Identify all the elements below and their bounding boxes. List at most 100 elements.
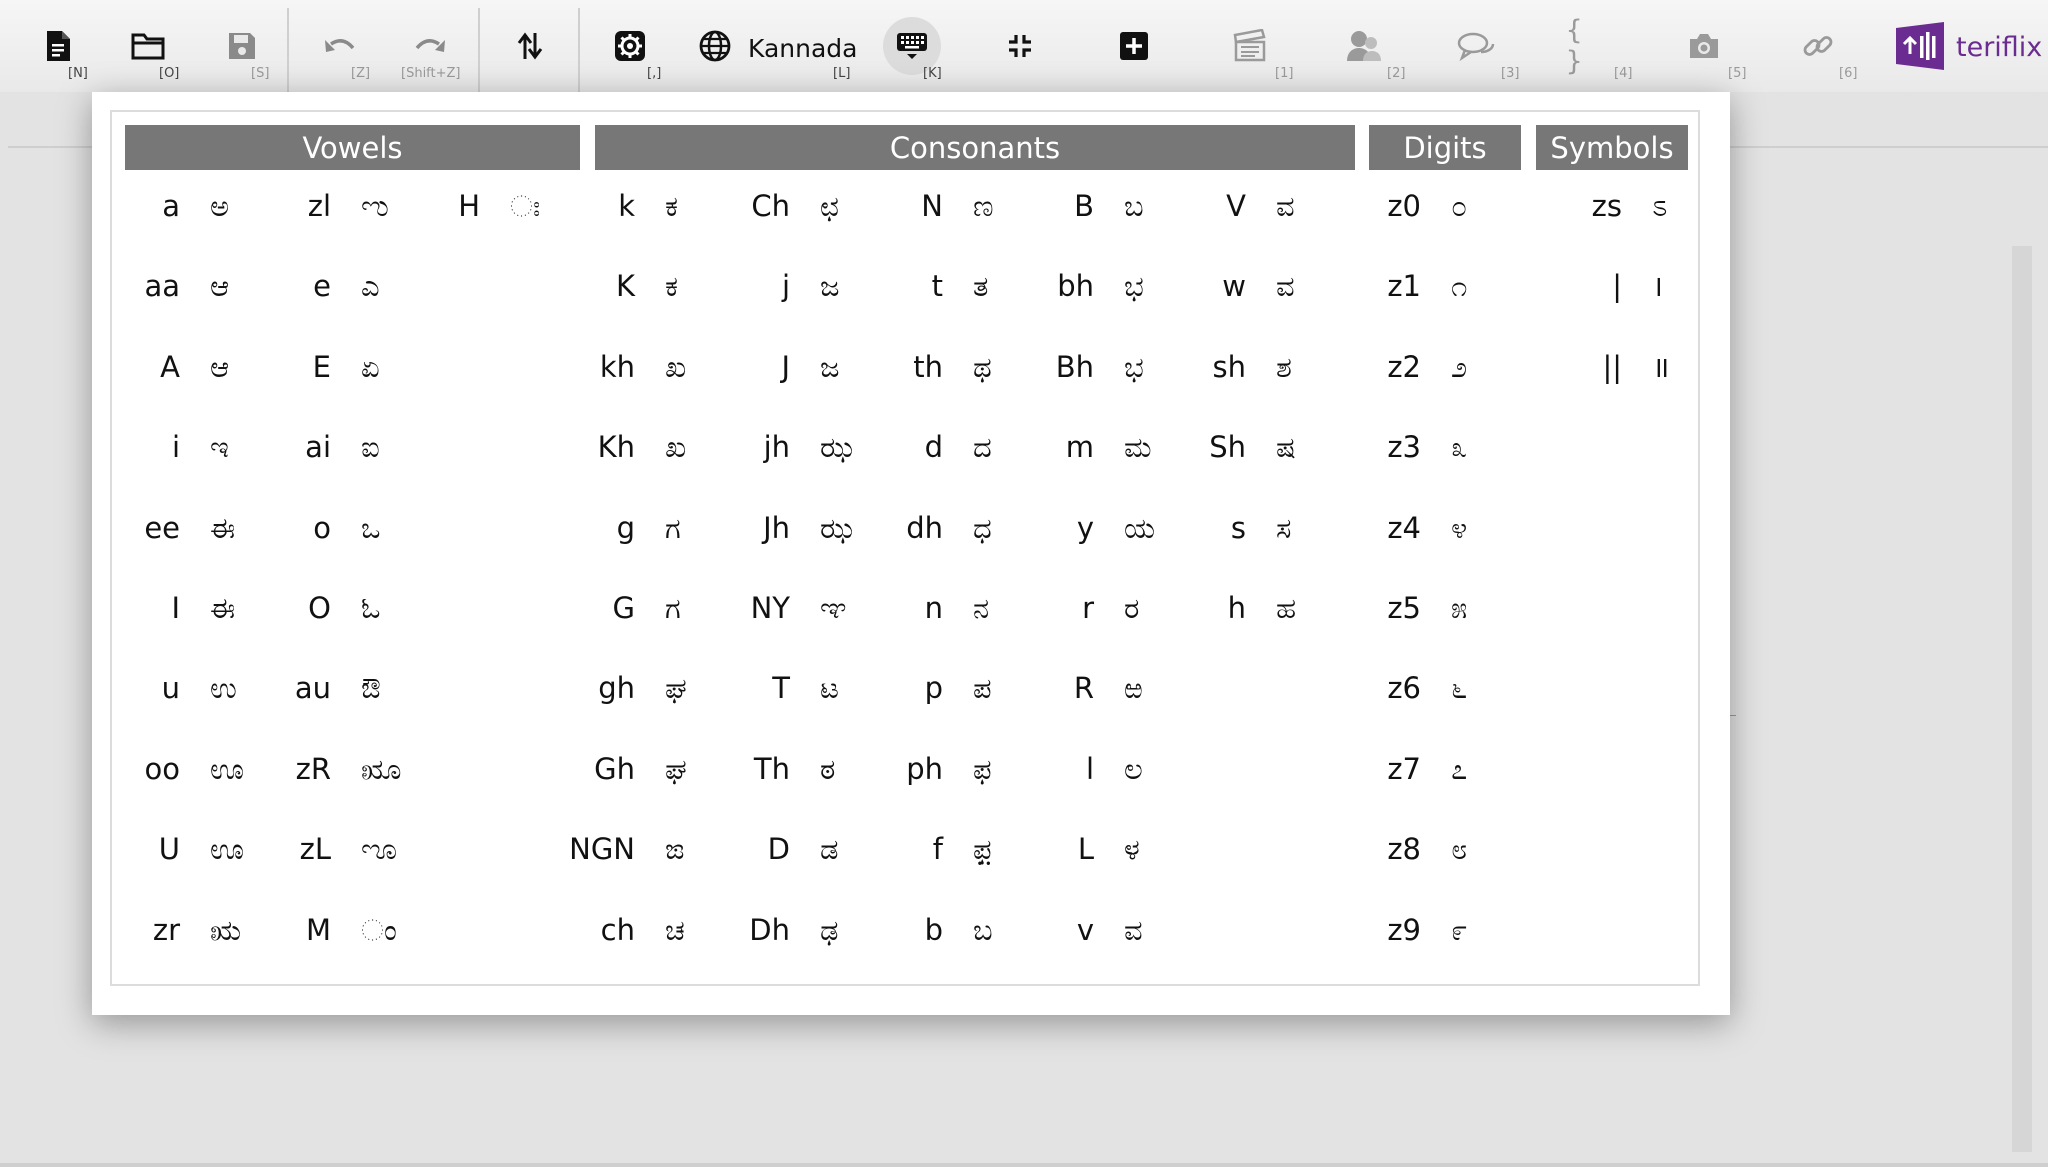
consonants-key-latin: y <box>1076 510 1094 545</box>
document-scrollbar[interactable] <box>2012 246 2032 1152</box>
digits-key-kannada: ೯ <box>1451 912 1468 947</box>
vowels-key-latin: U <box>158 832 180 867</box>
digits-key-kannada: ೩ <box>1451 430 1468 465</box>
digits-key-kannada: ೭ <box>1451 751 1468 786</box>
vowels-key-latin: H <box>458 189 480 223</box>
vowels-key-kannada: ಎ <box>361 269 380 304</box>
digits-key-latin: z7 <box>1387 751 1421 786</box>
consonants-key-latin: NGN <box>569 832 635 867</box>
consonants-key-latin: h <box>1227 591 1246 625</box>
consonants-key-latin: V <box>1226 189 1246 223</box>
consonants-key-latin: k <box>618 189 635 223</box>
consonants-key-latin: j <box>781 269 790 304</box>
digits-key-latin: z5 <box>1387 591 1421 625</box>
vowels-key-kannada: ಓ <box>361 591 381 625</box>
globe-icon <box>699 30 731 62</box>
consonants-key-latin: T <box>772 671 790 706</box>
consonants-key-latin: Jh <box>763 510 790 545</box>
consonants-key-latin: g <box>616 510 635 545</box>
consonants-key-latin: jh <box>763 430 790 465</box>
undo-shortcut: [Z] <box>351 66 371 81</box>
consonants-key-latin: Sh <box>1209 430 1246 465</box>
add-button[interactable] <box>1114 0 1154 92</box>
consonants-key-latin: L <box>1077 832 1094 867</box>
undo-icon <box>325 39 355 52</box>
language-label[interactable]: Kannada <box>748 34 857 63</box>
symbols-key-latin: | <box>1612 269 1622 304</box>
vowels-key-latin: O <box>308 591 331 625</box>
consonants-key-latin: b <box>924 912 943 947</box>
toolbar-divider <box>578 8 580 92</box>
consonants-key-kannada: ಲ <box>1124 751 1143 786</box>
consonants-key-latin: B <box>1074 189 1094 223</box>
consonants-key-latin: Kh <box>597 430 635 465</box>
link-button[interactable] <box>1796 0 1840 92</box>
sort-button[interactable] <box>510 0 550 92</box>
consonants-key-kannada: ವ <box>1276 189 1295 223</box>
consonants-key-latin: D <box>767 832 790 867</box>
braces-icon: { } <box>1566 15 1583 77</box>
save-shortcut: [S] <box>251 66 270 81</box>
redo-shortcut: [Shift+Z] <box>401 66 461 81</box>
consonants-key-latin: N <box>921 189 943 223</box>
gear-icon <box>615 31 645 61</box>
consonants-key-latin: Ch <box>751 189 790 223</box>
dialogue-button[interactable] <box>1454 0 1498 92</box>
digits-key-latin: z9 <box>1387 912 1421 947</box>
consonants-key-kannada: ವ <box>1124 912 1143 947</box>
collapse-button[interactable] <box>1000 0 1040 92</box>
consonants-key-latin: kh <box>599 349 635 384</box>
vowels-key-latin: i <box>171 430 180 465</box>
sort-arrows-icon <box>517 32 543 60</box>
symbols-key-kannada: ॥ <box>1652 349 1670 384</box>
language-button[interactable] <box>695 0 735 92</box>
brand-name: teriflix <box>1956 32 2043 63</box>
consonants-key-latin: th <box>913 349 943 384</box>
new-file-icon <box>47 31 70 61</box>
consonants-key-latin: J <box>781 349 790 384</box>
consonants-key-latin: ph <box>906 751 943 786</box>
toolbar-divider <box>478 8 480 92</box>
vowels-key-latin: I <box>171 591 180 625</box>
consonants-key-latin: s <box>1230 510 1246 545</box>
braces-button[interactable]: { } <box>1566 0 1610 92</box>
consonants-key-kannada: ಹ <box>1276 591 1297 625</box>
digits-key-latin: z4 <box>1387 510 1421 545</box>
vowels-key-latin: u <box>161 671 180 706</box>
consonants-key-latin: l <box>1085 751 1094 786</box>
consonants-key-latin: sh <box>1212 349 1247 384</box>
vowels-key-latin: zr <box>152 912 180 947</box>
screenshot-button[interactable] <box>1682 0 1726 92</box>
keyboard-icon <box>897 33 927 59</box>
digits-key-latin: z1 <box>1387 269 1421 304</box>
scene-button[interactable] <box>1228 0 1272 92</box>
vowels-key-latin: ee <box>144 510 180 545</box>
consonants-key-latin: w <box>1222 269 1246 304</box>
scene-shortcut: [1] <box>1275 66 1294 81</box>
settings-button[interactable] <box>610 0 650 92</box>
vowels-key-latin: au <box>294 671 331 706</box>
document-bottom-edge <box>0 1163 2048 1167</box>
consonants-key-latin: v <box>1076 912 1094 947</box>
consonants-key-latin: p <box>924 671 943 706</box>
consonants-key-latin: n <box>924 591 943 625</box>
speech-bubbles-icon <box>1457 32 1495 61</box>
symbols-key-kannada: । <box>1652 269 1663 304</box>
digits-key-latin: z8 <box>1387 832 1421 867</box>
digits-key-kannada: ೨ <box>1451 349 1468 384</box>
consonants-key-latin: K <box>615 269 635 304</box>
vowels-key-kannada: ೡ <box>361 832 398 867</box>
consonants-key-latin: Th <box>753 751 790 786</box>
vowels-key-latin: zl <box>307 189 331 223</box>
character-button[interactable] <box>1342 0 1386 92</box>
brand-logo[interactable] <box>1894 0 1946 92</box>
consonants-key-latin: R <box>1073 671 1094 706</box>
digits-key-kannada: ೬ <box>1451 671 1468 706</box>
consonants-key-kannada: ಷ <box>1276 430 1296 465</box>
symbols-key-latin: || <box>1602 349 1622 384</box>
vowels-key-latin: o <box>313 510 331 545</box>
digits-header: Digits <box>1369 125 1521 170</box>
digits-key-latin: z2 <box>1387 349 1421 384</box>
digits-key-latin: z3 <box>1387 430 1421 465</box>
consonants-key-kannada: ಶ <box>1276 349 1292 384</box>
